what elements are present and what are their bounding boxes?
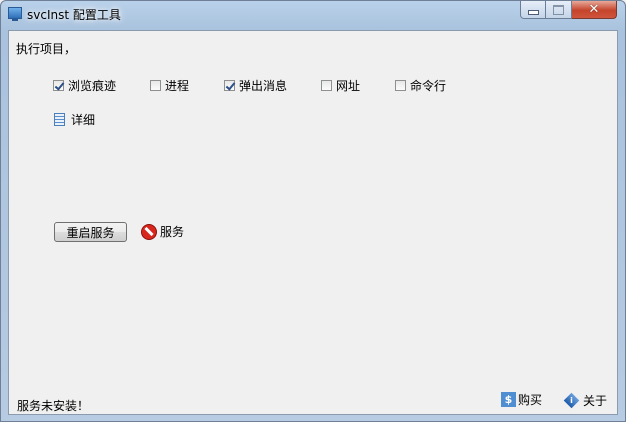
title-bar[interactable]: svcInst 配置工具 ✕	[1, 1, 625, 27]
list-icon	[54, 113, 65, 126]
maximize-button[interactable]	[546, 1, 572, 19]
checkbox-box[interactable]	[224, 79, 235, 91]
checkbox-url[interactable]: 网址	[321, 77, 360, 93]
minimize-button[interactable]	[520, 1, 546, 19]
checkbox-label: 进程	[165, 78, 190, 93]
info-icon-glyph: i	[570, 396, 573, 405]
service-status-label: 服务	[160, 225, 185, 239]
restart-service-button[interactable]: 重启服务	[54, 222, 127, 242]
checkbox-popup-message[interactable]: 弹出消息	[224, 77, 287, 93]
checkbox-process[interactable]: 进程	[150, 77, 189, 93]
about-link[interactable]: i 关于	[563, 392, 608, 409]
checkbox-label: 弹出消息	[239, 78, 288, 93]
section-label: 执行项目，	[16, 42, 77, 56]
checkbox-label: 浏览痕迹	[68, 78, 117, 93]
app-icon	[8, 7, 22, 21]
checkbox-box[interactable]	[395, 79, 406, 91]
detail-link[interactable]: 详细	[54, 111, 95, 128]
detail-label: 详细	[71, 113, 96, 127]
checkbox-browse-history[interactable]: 浏览痕迹	[53, 77, 116, 93]
checkbox-box[interactable]	[150, 79, 161, 91]
info-icon: i	[563, 392, 580, 409]
maximize-icon	[553, 4, 564, 15]
window-title: svcInst 配置工具	[27, 8, 121, 22]
buy-label: 购买	[518, 393, 543, 407]
minimize-icon	[527, 10, 539, 15]
checkbox-box[interactable]	[53, 79, 64, 91]
buy-link[interactable]: $ 购买	[501, 391, 542, 408]
checkbox-label: 命令行	[410, 78, 447, 93]
checkbox-command-line[interactable]: 命令行	[395, 77, 446, 93]
stop-icon	[141, 223, 157, 240]
install-status-text: 服务未安装！	[17, 399, 90, 413]
about-label: 关于	[583, 394, 608, 408]
app-window: svcInst 配置工具 ✕ 执行项目， 浏览痕迹 进程 弹出消息 网址 命令行…	[0, 0, 626, 422]
service-status: 服务	[141, 223, 184, 240]
checkbox-box[interactable]	[321, 79, 332, 91]
close-button[interactable]: ✕	[572, 1, 617, 19]
dollar-icon: $	[501, 392, 516, 407]
close-icon: ✕	[588, 2, 600, 17]
checkbox-label: 网址	[336, 78, 361, 93]
client-area: 执行项目， 浏览痕迹 进程 弹出消息 网址 命令行 详细 重启服务 服务 服务未…	[8, 30, 618, 415]
